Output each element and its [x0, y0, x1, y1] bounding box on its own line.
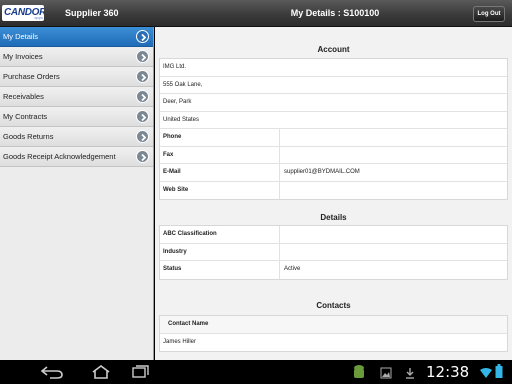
clock: 12:38: [426, 363, 470, 381]
contacts-section-title: Contacts: [316, 301, 351, 310]
table-row[interactable]: James Hiller: [160, 334, 507, 352]
top-bar: CANDOR apps Supplier 360 My Details : S1…: [0, 0, 512, 27]
chevron-right-icon: [136, 30, 149, 43]
back-icon[interactable]: [40, 364, 64, 384]
sidebar-item-label: Purchase Orders: [3, 72, 60, 81]
main-content[interactable]: Account IMG Ltd. 555 Oak Lane, Deer, Par…: [155, 27, 512, 360]
battery-icon: [495, 364, 503, 383]
field-label: Web Site: [163, 186, 189, 193]
candor-logo: CANDOR apps: [2, 5, 44, 21]
chevron-right-icon: [136, 50, 149, 63]
chevron-right-icon: [136, 150, 149, 163]
field-row-abc-classification: ABC Classification: [160, 226, 507, 244]
account-section-title: Account: [317, 45, 350, 54]
column-divider: [279, 146, 280, 163]
column-divider: [279, 261, 280, 279]
sidebar-item-purchase-orders[interactable]: Purchase Orders: [0, 67, 153, 87]
field-row-phone: Phone: [160, 129, 507, 147]
page-title: My Details : S100100: [290, 8, 380, 18]
sidebar-item-label: Goods Returns: [3, 132, 54, 141]
sidebar-item-label: Receivables: [3, 92, 44, 101]
contact-name: James Hiller: [163, 338, 197, 345]
recent-apps-icon[interactable]: [130, 364, 152, 384]
status-value: Active: [284, 266, 301, 272]
contacts-table: Contact Name James Hiller: [159, 315, 508, 352]
field-label: ABC Classification: [163, 231, 217, 237]
email-link[interactable]: supplier01@BYDMAIL.COM: [284, 169, 360, 175]
android-icon: [352, 363, 366, 384]
address-line: Deer, Park: [160, 94, 507, 112]
sidebar-item-label: My Contracts: [3, 112, 48, 121]
sidebar-item-goods-returns[interactable]: Goods Returns: [0, 127, 153, 147]
image-notification-icon: [380, 366, 392, 384]
field-label: Phone: [163, 134, 182, 140]
column-divider: [279, 181, 280, 199]
address-line: IMG Ltd.: [160, 59, 507, 77]
field-label: Fax: [163, 151, 174, 158]
column-divider: [279, 243, 280, 260]
chevron-right-icon: [136, 130, 149, 143]
logo-subtext: apps: [34, 15, 43, 20]
sidebar-item-my-invoices[interactable]: My Invoices: [0, 47, 153, 67]
details-table: ABC Classification Industry Status Activ…: [159, 225, 508, 280]
column-divider: [279, 129, 280, 146]
field-row-email: E-Mail supplier01@BYDMAIL.COM: [160, 164, 507, 182]
field-row-website: Web Site: [160, 181, 507, 199]
address-text: 555 Oak Lane,: [163, 81, 203, 88]
logout-button[interactable]: Log Out: [473, 6, 505, 22]
address-text: IMG Ltd.: [163, 64, 187, 70]
field-row-fax: Fax: [160, 146, 507, 164]
column-header-contact-name: Contact Name: [168, 321, 209, 327]
chevron-right-icon: [136, 70, 149, 83]
wifi-icon: [480, 366, 492, 384]
app-title: Supplier 360: [65, 8, 119, 18]
field-row-industry: Industry: [160, 243, 507, 261]
field-row-status: Status Active: [160, 261, 507, 279]
field-label: Status: [163, 266, 182, 272]
account-table: IMG Ltd. 555 Oak Lane, Deer, Park United…: [159, 58, 508, 200]
sidebar-item-my-contracts[interactable]: My Contracts: [0, 107, 153, 127]
sidebar: My Details My Invoices Purchase Orders R…: [0, 27, 154, 360]
home-icon[interactable]: [90, 364, 112, 384]
address-line: 555 Oak Lane,: [160, 77, 507, 94]
sidebar-item-my-details[interactable]: My Details: [0, 27, 153, 47]
address-text: United States: [163, 116, 200, 123]
chevron-right-icon: [136, 90, 149, 103]
chevron-right-icon: [136, 110, 149, 123]
sidebar-item-receivables[interactable]: Receivables: [0, 87, 153, 107]
address-text: Deer, Park: [163, 99, 192, 105]
system-nav-bar: 12:38: [0, 360, 512, 384]
sidebar-item-goods-receipt-acknowledgement[interactable]: Goods Receipt Acknowledgement: [0, 147, 153, 167]
column-divider: [279, 164, 280, 181]
details-section-title: Details: [320, 213, 347, 222]
download-icon: [404, 366, 416, 384]
field-label: Industry: [163, 248, 187, 255]
sidebar-item-label: My Invoices: [3, 52, 43, 61]
column-divider: [279, 226, 280, 243]
address-line: United States: [160, 112, 507, 129]
sidebar-item-label: Goods Receipt Acknowledgement: [3, 152, 116, 161]
table-header-row: Contact Name: [160, 316, 507, 334]
field-label: E-Mail: [163, 169, 181, 175]
sidebar-item-label: My Details: [3, 32, 39, 41]
